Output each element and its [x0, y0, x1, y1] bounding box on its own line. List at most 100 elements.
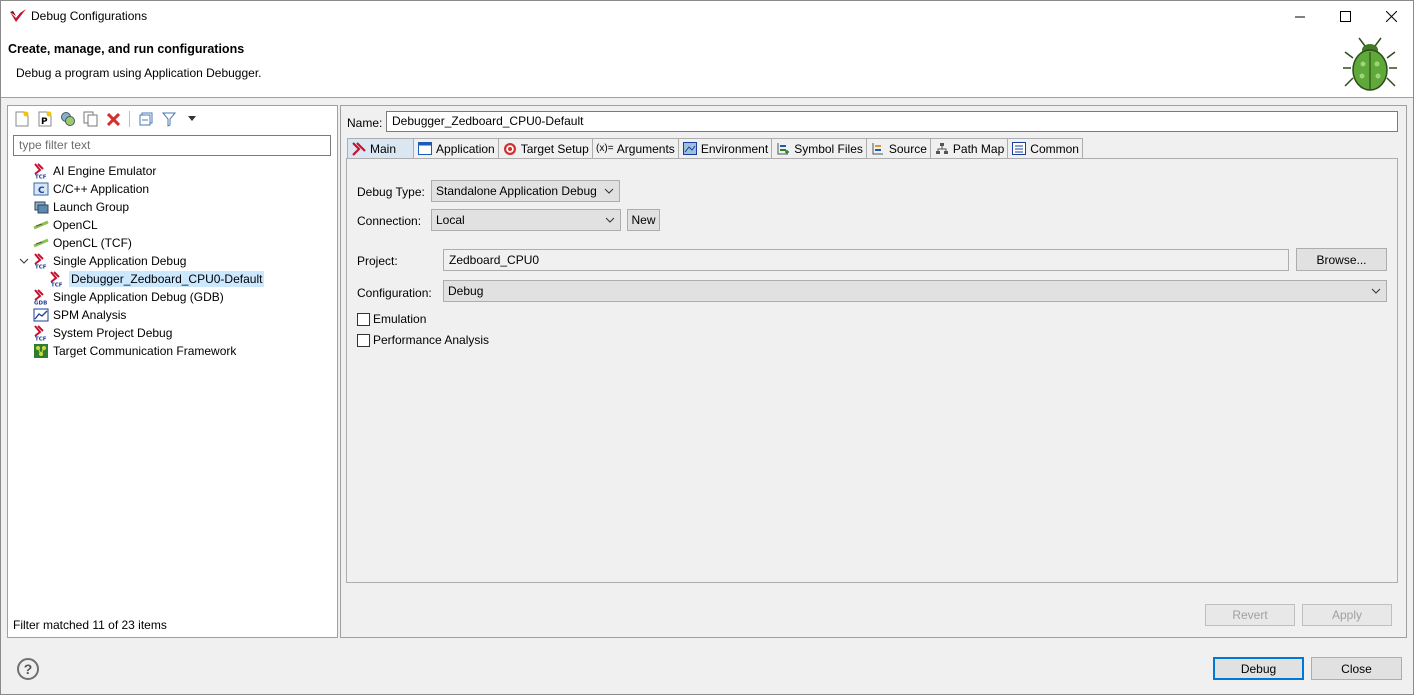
variable-icon: (x)=: [596, 143, 614, 154]
checkbox-box[interactable]: [357, 333, 370, 347]
connection-label: Connection:: [357, 214, 422, 228]
tree-item-label: Launch Group: [53, 200, 130, 214]
tab-arguments[interactable]: (x)= Arguments: [592, 138, 679, 158]
name-label: Name:: [347, 116, 383, 130]
collapse-all-icon: [139, 112, 152, 126]
duplicate-button[interactable]: [81, 110, 100, 128]
configuration-select[interactable]: Debug: [443, 280, 1387, 302]
tree-item-label: Debugger_Zedboard_CPU0-Default: [69, 271, 265, 287]
new-connection-button[interactable]: New: [627, 209, 660, 231]
tab-label: Target Setup: [520, 141, 589, 156]
source-icon: [870, 141, 886, 157]
collapse-all-button[interactable]: [136, 110, 155, 128]
svg-text:TCF: TCF: [35, 265, 47, 270]
tree-item-label: C/C++ Application: [53, 182, 150, 196]
configuration-value: Debug: [448, 284, 484, 298]
tree-item-ai-engine-emulator[interactable]: TCF AI Engine Emulator: [33, 162, 156, 181]
tcf-icon: TCF: [33, 163, 49, 181]
opencl-icon: [33, 235, 49, 251]
duplicate-icon: [83, 111, 98, 127]
tab-environment[interactable]: Environment: [678, 138, 773, 158]
tree-item-label: Single Application Debug: [53, 254, 187, 268]
environment-icon: [682, 141, 698, 157]
tab-label: Source: [888, 141, 927, 156]
banner-subtitle: Debug a program using Application Debugg…: [16, 66, 262, 80]
help-button[interactable]: ?: [17, 658, 39, 680]
export-button[interactable]: [58, 110, 77, 128]
maximize-button[interactable]: [1322, 1, 1368, 32]
close-icon: [1385, 11, 1397, 22]
connection-value: Local: [436, 213, 465, 227]
config-tabs: Main Application Target Setup (x)= Argum…: [347, 138, 1083, 158]
filter-input[interactable]: type filter text: [13, 135, 331, 156]
tree-item-c-cpp-application[interactable]: C C/C++ Application: [33, 180, 149, 198]
tree-toolbar: P: [12, 109, 201, 129]
tab-application[interactable]: Application: [414, 138, 499, 158]
emulation-checkbox[interactable]: Emulation: [357, 312, 426, 326]
chevron-down-icon: [604, 188, 614, 194]
tab-label: Symbol Files: [794, 141, 863, 156]
filter-button[interactable]: [159, 110, 178, 128]
tab-label: Common: [1030, 141, 1079, 156]
svg-text:TCF: TCF: [35, 337, 47, 342]
header-banner: Create, manage, and run configurations D…: [1, 32, 1413, 98]
chevron-down-icon[interactable]: [19, 256, 29, 266]
tree-item-system-project-debug[interactable]: TCF System Project Debug: [33, 324, 172, 343]
view-menu-button[interactable]: [182, 110, 201, 128]
new-prototype-button[interactable]: P: [35, 110, 54, 128]
tree-item-spm-analysis[interactable]: SPM Analysis: [33, 306, 126, 324]
project-field[interactable]: Zedboard_CPU0: [443, 249, 1289, 271]
performance-analysis-checkbox[interactable]: Performance Analysis: [357, 333, 489, 347]
close-window-button[interactable]: [1368, 1, 1414, 32]
tree-item-target-communication-framework[interactable]: Target Communication Framework: [33, 342, 236, 360]
connection-select[interactable]: Local: [431, 209, 621, 231]
tcf-icon: TCF: [49, 271, 65, 289]
new-config-button[interactable]: [12, 110, 31, 128]
tree-item-label: OpenCL: [53, 218, 98, 232]
apply-button[interactable]: Apply: [1302, 604, 1392, 626]
tab-label: Application: [436, 141, 495, 156]
debug-button[interactable]: Debug: [1213, 657, 1304, 680]
revert-button[interactable]: Revert: [1205, 604, 1295, 626]
xilinx-icon: [351, 141, 367, 157]
delete-button[interactable]: [104, 110, 123, 128]
tab-label: Environment: [700, 141, 769, 156]
emulation-label: Emulation: [373, 312, 427, 326]
tree-item-launch-group[interactable]: Launch Group: [33, 198, 129, 216]
configuration-label: Configuration:: [357, 286, 432, 300]
new-config-icon: [15, 111, 28, 127]
tab-target-setup[interactable]: Target Setup: [498, 138, 593, 158]
window-title: Debug Configurations: [31, 9, 148, 23]
tree-item-debugger-zedboard-cpu0-default[interactable]: TCF Debugger_Zedboard_CPU0-Default: [49, 270, 265, 289]
common-icon: [1011, 141, 1027, 157]
tree-item-single-application-debug[interactable]: TCF Single Application Debug: [33, 252, 187, 271]
tab-symbol-files[interactable]: Symbol Files: [772, 138, 867, 158]
tree-item-label: OpenCL (TCF): [53, 236, 132, 250]
debug-type-label: Debug Type:: [357, 185, 425, 199]
tree-item-single-application-debug-gdb[interactable]: GDB Single Application Debug (GDB): [33, 288, 224, 307]
debug-configurations-window: Debug Configurations Create, manage, and…: [0, 0, 1414, 695]
tree-item-label: Single Application Debug (GDB): [53, 290, 224, 304]
tree-item-opencl[interactable]: OpenCL: [33, 216, 98, 234]
dropdown-arrow-icon: [187, 116, 196, 121]
debug-type-value: Standalone Application Debug: [436, 184, 597, 198]
gdb-icon: GDB: [33, 289, 49, 307]
opencl-icon: [33, 217, 49, 233]
target-icon: [502, 141, 518, 157]
banner-heading: Create, manage, and run configurations: [8, 42, 245, 56]
name-field[interactable]: Debugger_Zedboard_CPU0-Default: [386, 111, 1398, 132]
tree-item-opencl-tcf[interactable]: OpenCL (TCF): [33, 234, 132, 252]
tab-path-map[interactable]: Path Map: [930, 138, 1009, 158]
close-button[interactable]: Close: [1311, 657, 1402, 680]
browse-button[interactable]: Browse...: [1296, 248, 1387, 271]
svg-text:GDB: GDB: [34, 301, 47, 306]
filter-status: Filter matched 11 of 23 items: [13, 618, 167, 632]
minimize-button[interactable]: [1277, 1, 1323, 32]
debug-type-select[interactable]: Standalone Application Debug: [431, 180, 620, 202]
app-logo-icon: [10, 9, 26, 22]
tab-main[interactable]: Main: [347, 138, 415, 158]
tab-source[interactable]: Source: [866, 138, 931, 158]
tab-common[interactable]: Common: [1008, 138, 1083, 158]
export-icon: [60, 112, 75, 126]
checkbox-box[interactable]: [357, 312, 370, 326]
